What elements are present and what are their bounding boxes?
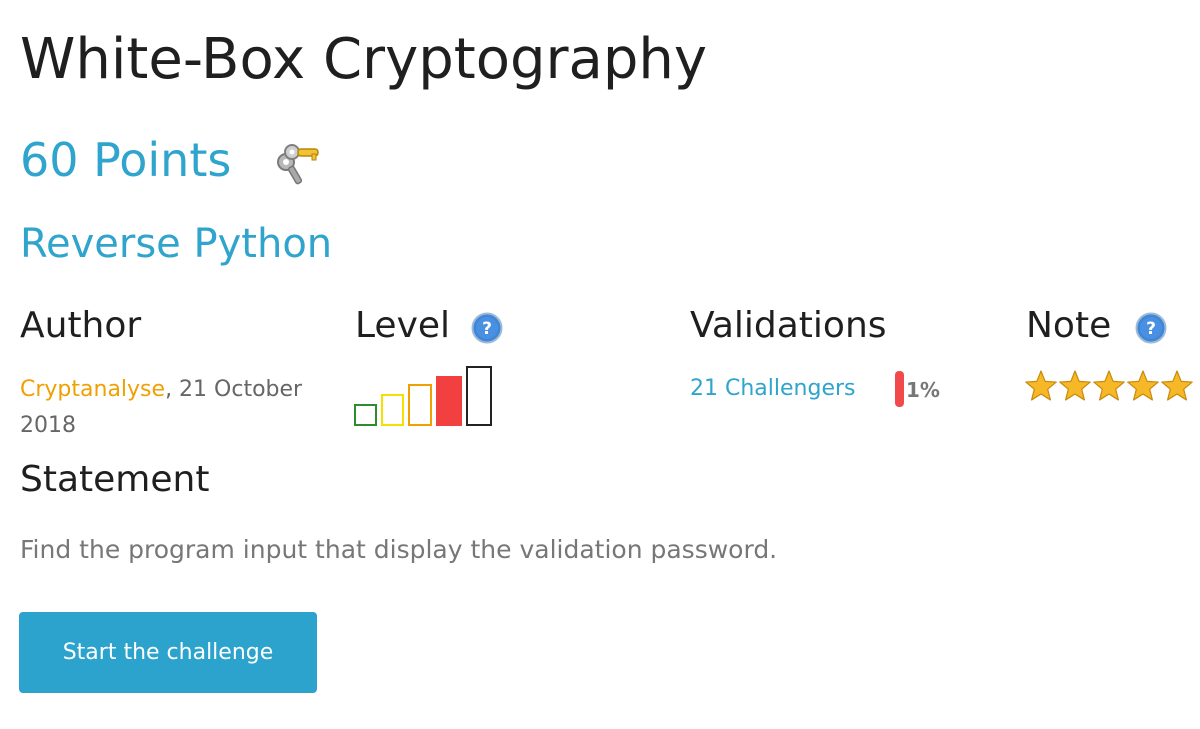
level-bar-1 bbox=[354, 404, 377, 426]
svg-text:?: ? bbox=[482, 319, 492, 339]
challengers-link[interactable]: 21 Challengers bbox=[690, 373, 855, 405]
level-help-icon[interactable]: ? bbox=[471, 312, 503, 344]
start-challenge-button[interactable]: Start the challenge bbox=[19, 612, 317, 693]
level-bar-2 bbox=[381, 394, 404, 426]
star-icon[interactable] bbox=[1127, 370, 1159, 401]
star-icon[interactable] bbox=[1161, 370, 1193, 401]
rating-stars[interactable] bbox=[1025, 368, 1195, 404]
author-heading: Author bbox=[20, 305, 142, 346]
points-value: 60 Points bbox=[20, 133, 232, 187]
keys-icon bbox=[277, 144, 319, 185]
level-bar-5 bbox=[466, 366, 492, 426]
level-bar-3 bbox=[408, 384, 432, 426]
statement-text: Find the program input that display the … bbox=[20, 535, 778, 564]
category-link[interactable]: Reverse Python bbox=[20, 214, 332, 274]
author-link[interactable]: Cryptanalyse bbox=[20, 377, 165, 402]
svg-text:?: ? bbox=[1146, 319, 1156, 339]
validation-percent: 1% bbox=[906, 378, 940, 402]
validations-heading: Validations bbox=[690, 305, 887, 346]
star-icon[interactable] bbox=[1059, 370, 1091, 401]
note-heading: Note bbox=[1026, 305, 1112, 346]
level-bar-4 bbox=[436, 376, 462, 426]
level-heading: Level bbox=[355, 305, 451, 346]
page-title: White-Box Cryptography bbox=[20, 27, 708, 92]
star-icon[interactable] bbox=[1093, 370, 1125, 401]
level-indicator bbox=[354, 366, 492, 426]
note-help-icon[interactable]: ? bbox=[1135, 312, 1167, 344]
author-info: Cryptanalyse, 21 October 2018 bbox=[20, 372, 340, 444]
star-icon[interactable] bbox=[1025, 370, 1057, 401]
statement-heading: Statement bbox=[20, 459, 210, 500]
validation-percent-bar bbox=[895, 371, 904, 407]
